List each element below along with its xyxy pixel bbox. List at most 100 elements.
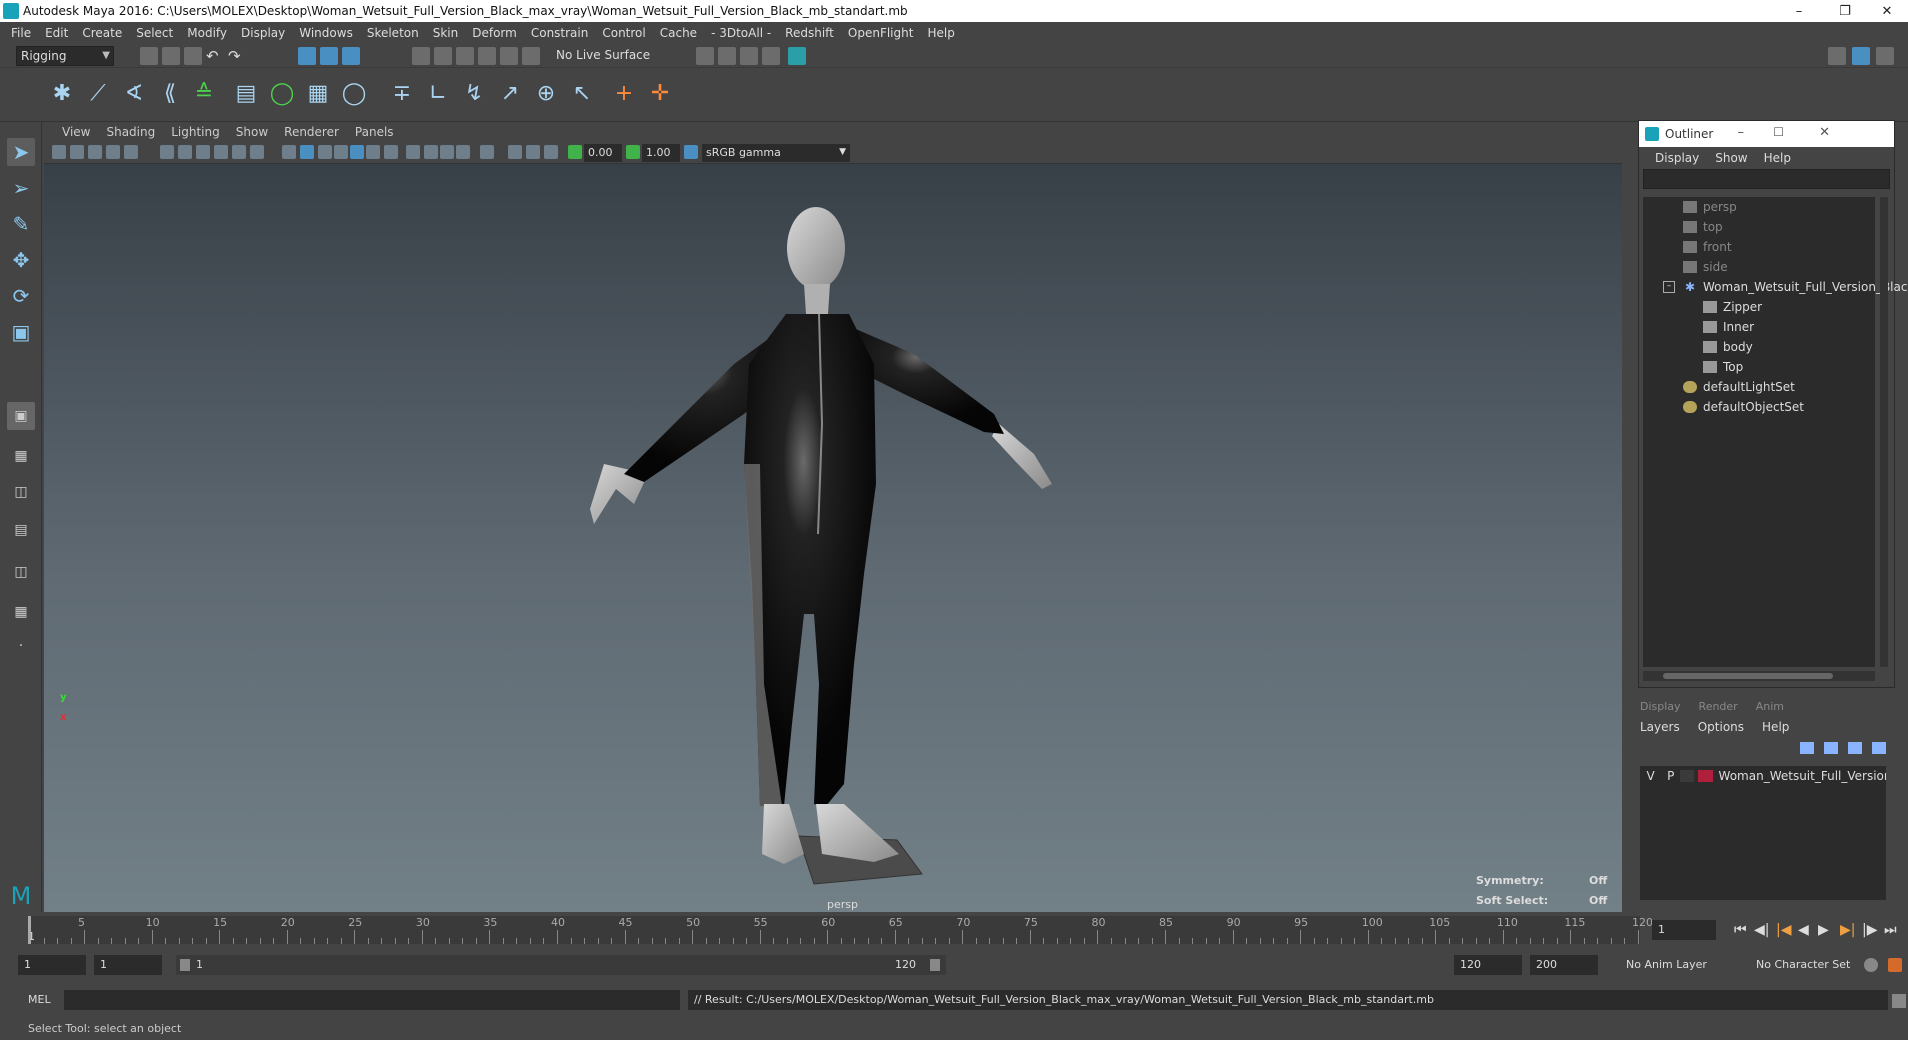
play-forwards-icon[interactable]: ▶ [1818, 922, 1829, 938]
layer-menu-layers[interactable]: Layers [1640, 720, 1680, 734]
field-chart-icon[interactable] [214, 145, 228, 159]
four-view-icon[interactable]: ▦ [7, 442, 35, 470]
resolution-gate-icon[interactable] [178, 145, 192, 159]
outliner-menu-show[interactable]: Show [1707, 151, 1755, 165]
scale-constraint-icon[interactable]: ↗ [494, 78, 526, 110]
xray-joints-icon[interactable] [424, 145, 438, 159]
range-end-handle[interactable] [930, 959, 940, 971]
playback-end-field[interactable]: 120 [1454, 955, 1522, 975]
outliner-item[interactable]: defaultObjectSet [1683, 397, 1804, 417]
menu-redshift[interactable]: Redshift [778, 26, 841, 40]
locator-icon[interactable]: + [608, 78, 640, 110]
move-tool-icon[interactable]: ✥ [7, 246, 35, 274]
menu-3dtoall[interactable]: - 3DtoAll - [704, 26, 778, 40]
end-time-field[interactable]: 200 [1530, 955, 1598, 975]
live-surface-label[interactable]: No Live Surface [556, 48, 650, 62]
tab-display[interactable]: Display [1640, 700, 1681, 713]
outliner-item[interactable]: Inner [1703, 317, 1754, 337]
script-editor-icon[interactable] [1892, 994, 1906, 1008]
outliner-item[interactable]: top [1683, 217, 1723, 237]
safe-action-icon[interactable] [232, 145, 246, 159]
new-layer-icon[interactable] [1848, 742, 1862, 754]
menu-deform[interactable]: Deform [465, 26, 524, 40]
layer-name[interactable]: Woman_Wetsuit_Full_Version_Bl [1719, 769, 1886, 783]
redo-icon[interactable]: ↷ [228, 47, 246, 65]
tab-anim[interactable]: Anim [1756, 700, 1784, 713]
collapse-icon[interactable]: – [1663, 281, 1675, 293]
menu-edit[interactable]: Edit [38, 26, 75, 40]
snap-grid-icon[interactable] [412, 47, 430, 65]
rotate-tool-icon[interactable]: ⟳ [7, 282, 35, 310]
layer-row[interactable]: V P Woman_Wetsuit_Full_Version_Bl [1640, 766, 1886, 786]
move-layer-up-icon[interactable] [1800, 742, 1814, 754]
select-component-icon[interactable] [342, 47, 360, 65]
backface-icon[interactable] [440, 145, 454, 159]
step-back-key-icon[interactable]: |◀ [1776, 922, 1791, 938]
bookmarks-icon[interactable] [88, 145, 102, 159]
image-plane-icon[interactable] [106, 145, 120, 159]
outliner-item[interactable]: defaultLightSet [1683, 377, 1795, 397]
lights-icon[interactable] [334, 145, 348, 159]
isolate-select-icon[interactable] [406, 145, 420, 159]
play-backwards-icon[interactable]: ◀ [1798, 922, 1809, 938]
select-camera-icon[interactable] [52, 145, 66, 159]
character-set-dropdown[interactable]: No Character Set [1756, 958, 1850, 971]
outliner-filter-input[interactable] [1643, 169, 1890, 189]
auto-key-icon[interactable] [1864, 958, 1878, 972]
menu-windows[interactable]: Windows [292, 26, 360, 40]
aim-constraint-icon[interactable]: ∟ [422, 78, 454, 110]
menu-help[interactable]: Help [920, 26, 961, 40]
persp-outliner-icon[interactable]: ◫ [7, 558, 35, 586]
minimize-icon[interactable]: – [1776, 0, 1822, 22]
gamma-field[interactable]: 1.00 [642, 144, 680, 162]
layer-menu-help[interactable]: Help [1762, 720, 1789, 734]
panel-menu-show[interactable]: Show [228, 125, 276, 139]
menu-skeleton[interactable]: Skeleton [360, 26, 426, 40]
tab-render[interactable]: Render [1699, 700, 1738, 713]
attribute-editor-toggle-icon[interactable] [1876, 47, 1894, 65]
menu-openflight[interactable]: OpenFlight [841, 26, 921, 40]
single-view-icon[interactable]: ▣ [7, 402, 35, 430]
perspective-viewport[interactable]: x y persp Symmetry: Off Soft Select: Off [44, 164, 1622, 912]
step-forward-icon[interactable]: |▶ [1862, 922, 1877, 938]
panel-menu-renderer[interactable]: Renderer [276, 125, 347, 139]
menu-constrain[interactable]: Constrain [524, 26, 596, 40]
outliner-item[interactable]: Top [1703, 357, 1743, 377]
exposure-field[interactable]: 0.00 [584, 144, 622, 162]
step-back-icon[interactable]: ◀| [1754, 922, 1769, 938]
outliner-item[interactable]: body [1703, 337, 1753, 357]
joint-orient-icon[interactable]: ✛ [644, 78, 676, 110]
color-space-dropdown[interactable]: sRGB gamma ▼ [702, 144, 850, 162]
outliner-item[interactable]: persp [1683, 197, 1737, 217]
new-scene-icon[interactable] [140, 47, 158, 65]
current-frame-field[interactable]: 1 [1652, 920, 1716, 940]
outliner-vertical-scrollbar[interactable] [1880, 197, 1888, 667]
pole-vector-icon[interactable]: ↖ [566, 78, 598, 110]
textured-toggle-icon[interactable] [456, 145, 470, 159]
color-management-icon[interactable] [684, 145, 698, 159]
outliner-item[interactable]: front [1683, 237, 1732, 257]
render-settings-icon[interactable] [762, 47, 780, 65]
shadows-icon[interactable] [350, 145, 364, 159]
snap-view-plane-icon[interactable] [478, 47, 496, 65]
camera-attributes-icon[interactable] [70, 145, 84, 159]
side-by-side-icon[interactable]: ◫ [7, 478, 35, 506]
playback-start-field[interactable]: 1 [94, 955, 162, 975]
menu-set-dropdown[interactable]: Rigging ▼ [16, 46, 114, 66]
skeleton-icon[interactable]: ≙ [188, 78, 220, 110]
outliner-item[interactable]: – ✱ Woman_Wetsuit_Full_Version_Blac [1663, 277, 1907, 297]
layer-menu-options[interactable]: Options [1698, 720, 1744, 734]
undo-icon[interactable]: ↶ [206, 47, 224, 65]
parent-constraint-icon[interactable]: ⊕ [530, 78, 562, 110]
lattice-icon[interactable]: ▦ [302, 78, 334, 110]
ambient-occlusion-icon[interactable] [366, 145, 380, 159]
panel-menu-lighting[interactable]: Lighting [163, 125, 228, 139]
layer-type-toggle[interactable] [1680, 770, 1695, 782]
bind-skin-icon[interactable]: ▤ [230, 78, 262, 110]
minimize-icon[interactable]: – [1738, 125, 1745, 140]
outliner-item[interactable]: side [1683, 257, 1728, 277]
command-input[interactable] [64, 990, 680, 1010]
panel-menu-view[interactable]: View [54, 125, 98, 139]
range-start-handle[interactable] [180, 959, 190, 971]
ipr-render-icon[interactable] [740, 47, 758, 65]
